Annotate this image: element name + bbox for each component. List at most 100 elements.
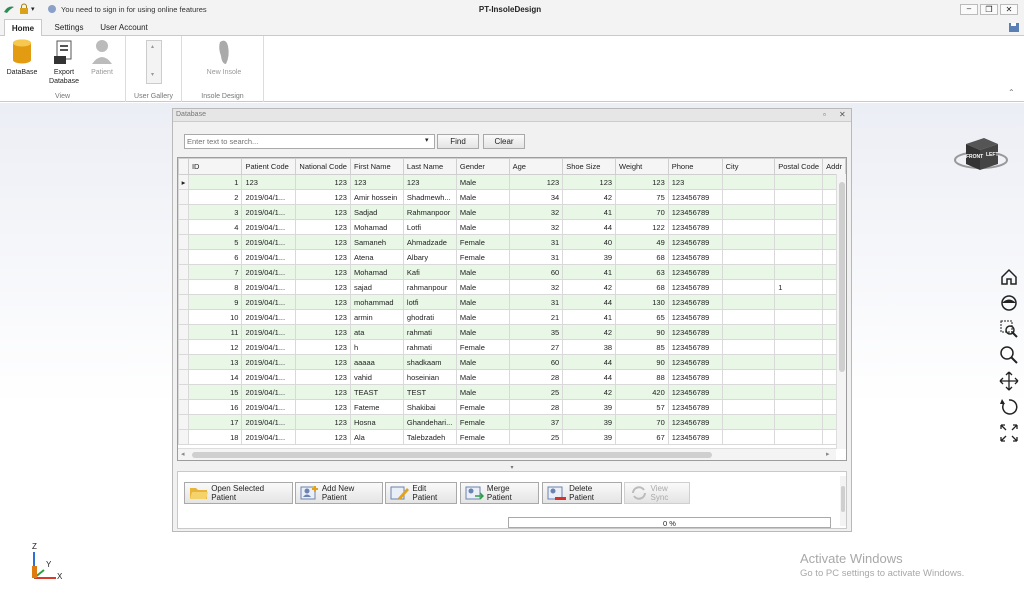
table-cell[interactable]: Male: [455, 219, 510, 235]
table-cell[interactable]: 123: [295, 324, 351, 340]
table-row[interactable]: 3 2019/04/1... 123 Sadjad Rahmanpoor Male 32 41…: [178, 204, 846, 220]
table-cell[interactable]: 25: [508, 429, 564, 445]
table-cell[interactable]: sajad: [349, 279, 404, 295]
table-cell[interactable]: 35: [508, 324, 564, 340]
table-cell[interactable]: [721, 294, 776, 310]
horizontal-scrollbar[interactable]: ◂ ▸: [178, 448, 836, 460]
table-cell[interactable]: 123456789: [667, 234, 723, 250]
table-cell[interactable]: Male: [455, 384, 510, 400]
column-header[interactable]: Phone: [667, 158, 723, 175]
table-row[interactable]: 17 2019/04/1... 123 Hosna Ghandehari... Femal…: [178, 414, 846, 430]
table-cell[interactable]: Male: [455, 204, 510, 220]
table-cell[interactable]: 2019/04/1...: [241, 249, 297, 265]
table-cell[interactable]: 39: [562, 414, 617, 430]
edit-patient-button[interactable]: Edit Patient: [385, 482, 457, 504]
table-cell[interactable]: 2019/04/1...: [241, 279, 297, 295]
table-cell[interactable]: [721, 249, 776, 265]
table-cell[interactable]: Amir hossein: [349, 189, 404, 205]
table-cell[interactable]: 130: [615, 294, 669, 310]
table-cell[interactable]: 123: [295, 399, 351, 415]
table-cell[interactable]: vahid: [349, 369, 404, 385]
table-cell[interactable]: 123456789: [667, 264, 723, 280]
table-cell[interactable]: Shakibai: [402, 399, 457, 415]
collapse-ribbon-icon[interactable]: ⌃: [1008, 88, 1015, 97]
table-cell[interactable]: 123456789: [667, 309, 723, 325]
table-cell[interactable]: Shadmewh...: [402, 189, 457, 205]
table-cell[interactable]: 25: [508, 384, 564, 400]
table-cell[interactable]: 13: [187, 354, 243, 370]
table-cell[interactable]: 123456789: [667, 384, 723, 400]
table-cell[interactable]: 123456789: [667, 339, 723, 355]
table-cell[interactable]: 41: [562, 309, 617, 325]
table-cell[interactable]: 41: [562, 204, 617, 220]
table-cell[interactable]: 28: [508, 369, 564, 385]
table-cell[interactable]: TEST: [402, 384, 457, 400]
table-cell[interactable]: 42: [562, 384, 617, 400]
table-cell[interactable]: hoseinian: [402, 369, 457, 385]
table-cell[interactable]: [774, 429, 824, 445]
table-cell[interactable]: 2019/04/1...: [241, 324, 297, 340]
table-cell[interactable]: [721, 174, 776, 190]
column-header[interactable]: First Name: [349, 158, 404, 175]
table-cell[interactable]: ata: [349, 324, 404, 340]
tab-settings[interactable]: Settings: [48, 19, 90, 36]
table-cell[interactable]: Female: [455, 339, 510, 355]
table-cell[interactable]: [721, 189, 776, 205]
table-cell[interactable]: 2019/04/1...: [241, 354, 297, 370]
table-cell[interactable]: Rahmanpoor: [402, 204, 457, 220]
table-cell[interactable]: [721, 324, 776, 340]
home-view-icon[interactable]: [998, 266, 1020, 288]
table-cell[interactable]: Mohamad: [349, 219, 404, 235]
table-row[interactable]: ▸ 1 123 123 123 123 Male 123 123 123 123: [178, 174, 846, 190]
table-cell[interactable]: 123: [295, 354, 351, 370]
table-row[interactable]: 5 2019/04/1... 123 Samaneh Ahmadzade Female 31…: [178, 234, 846, 250]
table-cell[interactable]: rahmanpour: [402, 279, 457, 295]
table-cell[interactable]: 15: [187, 384, 243, 400]
row-indicator[interactable]: [178, 414, 189, 430]
table-cell[interactable]: 5: [187, 234, 243, 250]
row-indicator[interactable]: [178, 429, 189, 445]
column-header[interactable]: Age: [508, 158, 564, 175]
table-cell[interactable]: [774, 309, 824, 325]
table-cell[interactable]: Male: [455, 324, 510, 340]
table-cell[interactable]: 3: [187, 204, 243, 220]
view-cube[interactable]: FRONT LEFT: [952, 130, 1010, 180]
tab-home[interactable]: Home: [4, 19, 42, 37]
table-cell[interactable]: [721, 429, 776, 445]
table-cell[interactable]: 123456789: [667, 189, 723, 205]
table-cell[interactable]: 123: [295, 369, 351, 385]
table-cell[interactable]: 123: [295, 294, 351, 310]
restore-button[interactable]: ❐: [980, 4, 998, 15]
minimize-button[interactable]: –: [960, 4, 978, 15]
table-cell[interactable]: [721, 369, 776, 385]
table-cell[interactable]: [774, 234, 824, 250]
search-combo[interactable]: ▾: [184, 134, 435, 149]
current-row-indicator-icon[interactable]: ▸: [178, 174, 189, 190]
table-cell[interactable]: 123: [295, 309, 351, 325]
table-cell[interactable]: 1: [774, 279, 824, 295]
table-cell[interactable]: [721, 234, 776, 250]
table-cell[interactable]: 2019/04/1...: [241, 414, 297, 430]
table-cell[interactable]: 2019/04/1...: [241, 309, 297, 325]
column-header[interactable]: ID: [187, 158, 243, 175]
table-cell[interactable]: [721, 339, 776, 355]
table-cell[interactable]: 123: [295, 414, 351, 430]
table-row[interactable]: 7 2019/04/1... 123 Mohamad Kafi Male 60 41 63 123…: [178, 264, 846, 280]
row-indicator[interactable]: [178, 339, 189, 355]
table-cell[interactable]: Male: [455, 189, 510, 205]
table-cell[interactable]: Male: [455, 294, 510, 310]
table-cell[interactable]: 123: [562, 174, 617, 190]
table-cell[interactable]: 123456789: [667, 204, 723, 220]
table-row[interactable]: 13 2019/04/1... 123 aaaaa shadkaam Male 60 44 90…: [178, 354, 846, 370]
open-selected-patient-button[interactable]: Open Selected Patient: [184, 482, 293, 504]
close-window-icon[interactable]: ✕: [839, 110, 846, 119]
table-cell[interactable]: 85: [615, 339, 669, 355]
row-indicator[interactable]: [178, 264, 189, 280]
row-indicator[interactable]: [178, 294, 189, 310]
table-cell[interactable]: Male: [455, 174, 510, 190]
table-cell[interactable]: 123: [295, 174, 351, 190]
table-cell[interactable]: 2: [187, 189, 243, 205]
table-cell[interactable]: 39: [562, 399, 617, 415]
column-header[interactable]: Patient Code: [241, 158, 297, 175]
row-indicator[interactable]: [178, 204, 189, 220]
